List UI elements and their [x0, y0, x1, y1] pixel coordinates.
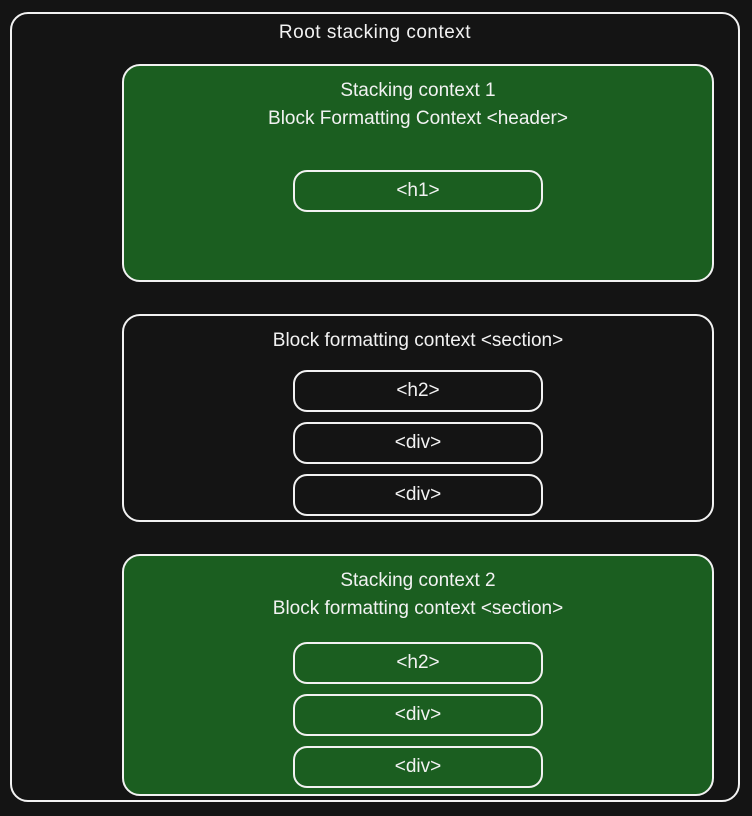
- div-element: <div>: [293, 422, 543, 464]
- h2-element: <h2>: [293, 642, 543, 684]
- stacking-context-2: Stacking context 2 Block formatting cont…: [122, 554, 714, 796]
- bfc-header-label: Block Formatting Context <header>: [124, 108, 712, 130]
- root-stacking-context: Root stacking context Stacking context 1…: [10, 12, 740, 802]
- bfc-section-2-label: Block formatting context <section>: [124, 598, 712, 620]
- bfc-section-1-label: Block formatting context <section>: [124, 330, 712, 352]
- stacking-context-2-title: Stacking context 2: [124, 570, 712, 592]
- div-element: <div>: [293, 474, 543, 516]
- h2-element: <h2>: [293, 370, 543, 412]
- stacking-context-1-title: Stacking context 1: [124, 80, 712, 102]
- stacking-context-1: Stacking context 1 Block Formatting Cont…: [122, 64, 714, 282]
- div-element: <div>: [293, 694, 543, 736]
- h1-element: <h1>: [293, 170, 543, 212]
- bfc-section-1: Block formatting context <section> <h2> …: [122, 314, 714, 522]
- root-title: Root stacking context: [12, 22, 738, 44]
- div-element: <div>: [293, 746, 543, 788]
